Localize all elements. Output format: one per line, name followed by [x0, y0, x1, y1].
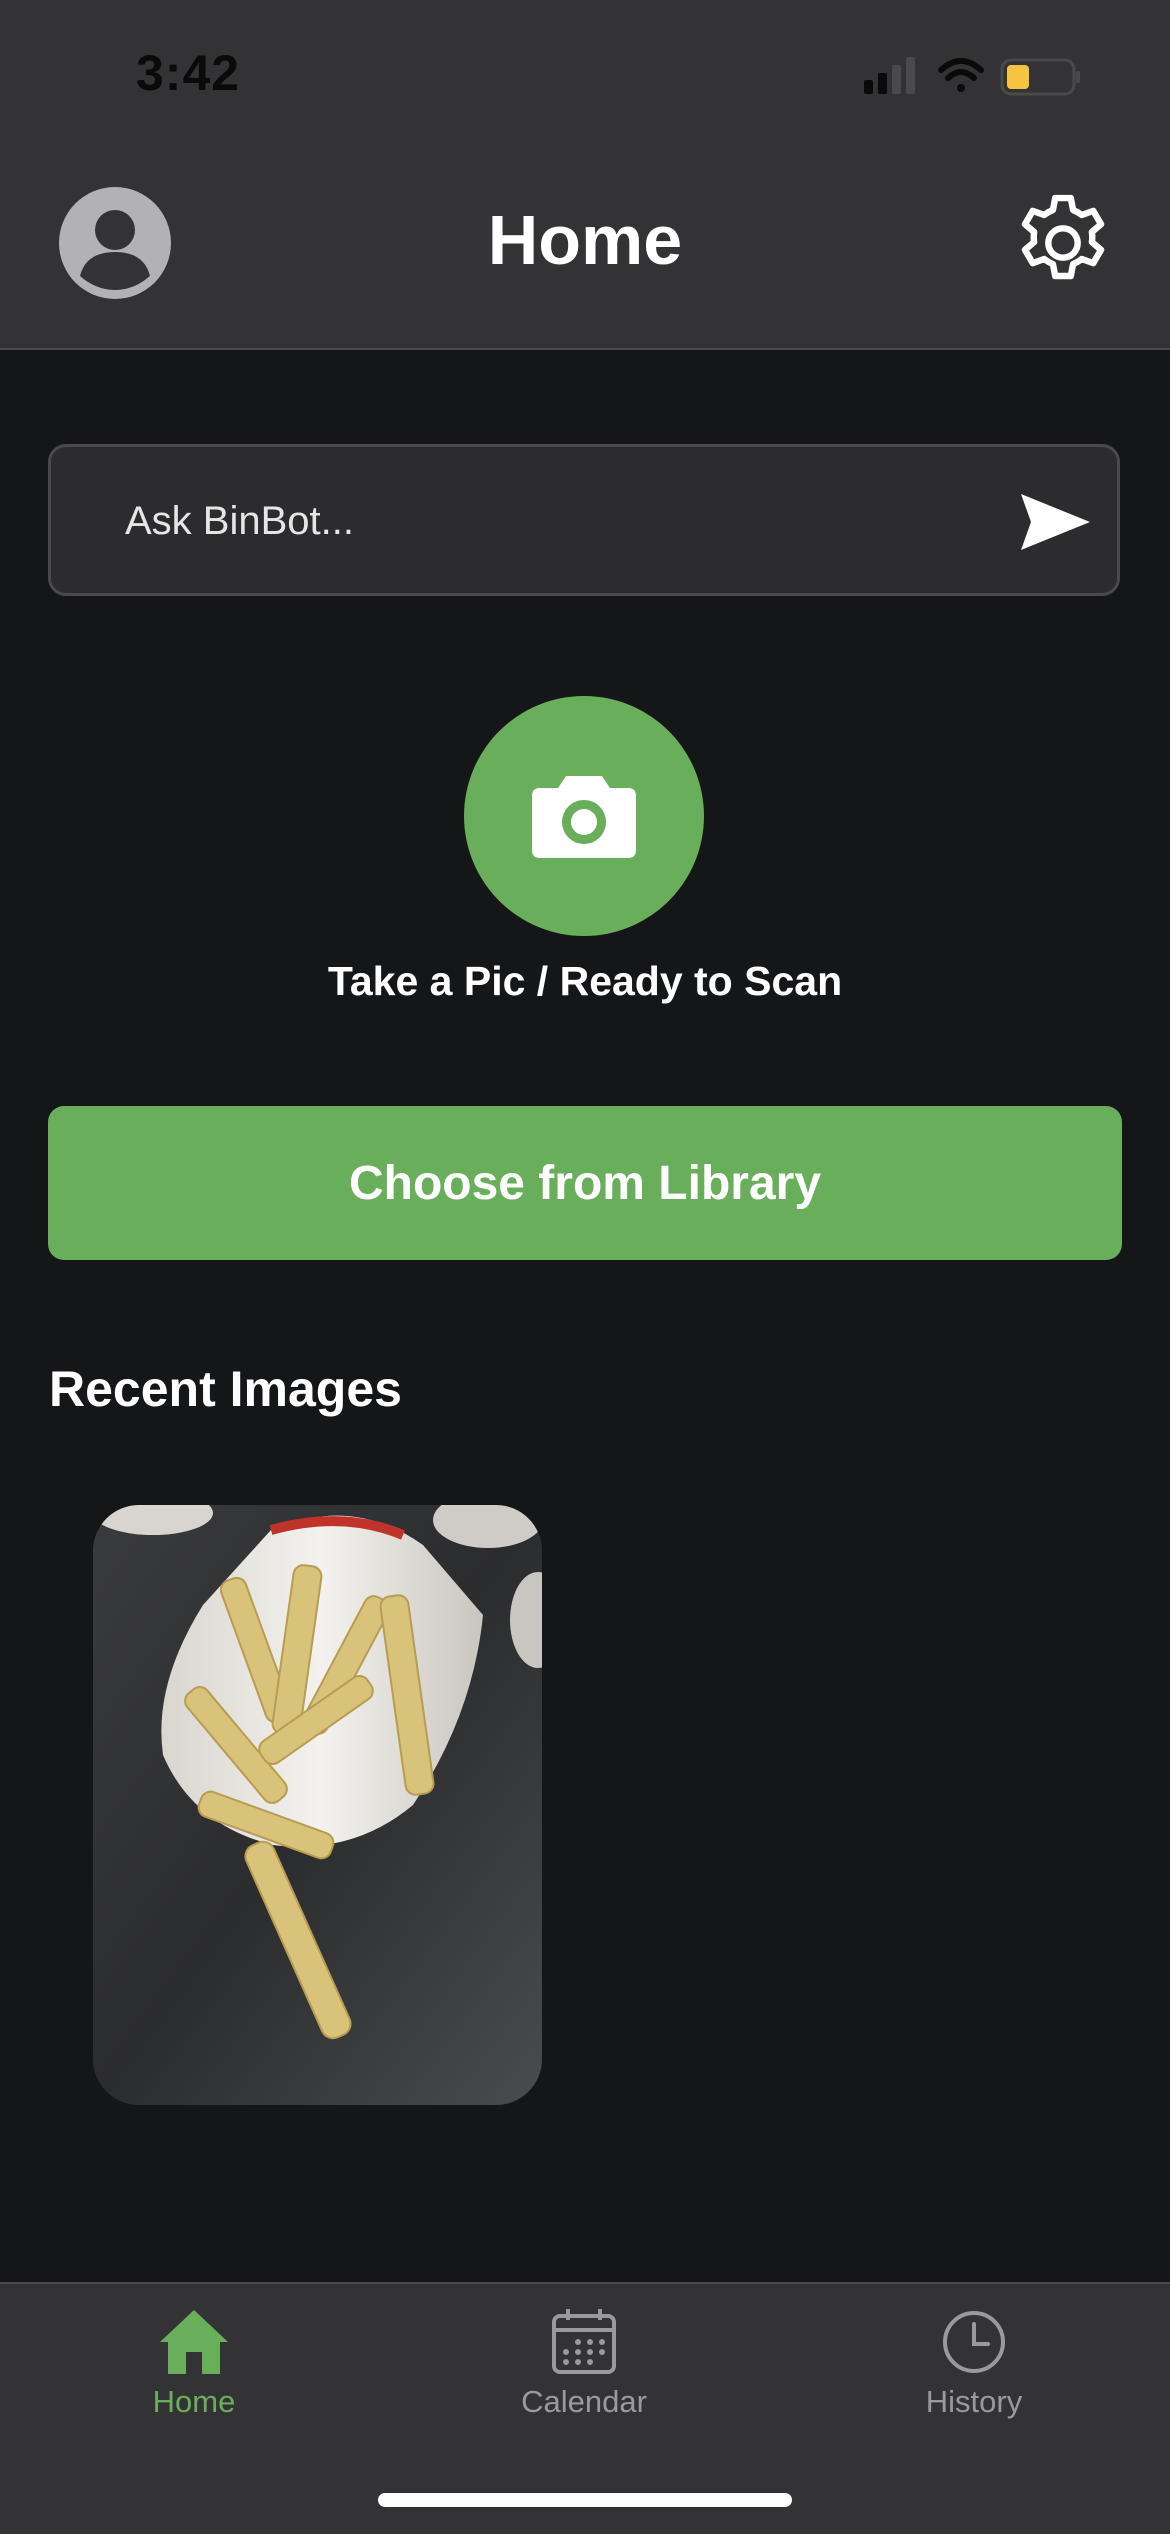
tab-calendar-label: Calendar [521, 2384, 647, 2419]
choose-from-library-button[interactable]: Choose from Library [48, 1106, 1122, 1260]
wifi-icon [938, 58, 984, 92]
calendar-icon [552, 2309, 616, 2374]
tab-home-label: Home [152, 2384, 236, 2419]
camera-icon [532, 776, 636, 858]
home-indicator [378, 2493, 792, 2507]
app-header: Home [0, 150, 1170, 350]
recent-images-heading: Recent Images [49, 1361, 402, 1417]
ask-binbot-input[interactable] [123, 447, 1007, 595]
fries-photo [93, 1505, 542, 2105]
tab-home[interactable]: Home [44, 2284, 344, 2454]
ask-binbot-field [48, 444, 1120, 596]
tab-history[interactable]: History [824, 2284, 1124, 2454]
camera-scan-button[interactable] [464, 696, 704, 936]
status-time: 3:42 [136, 45, 241, 101]
status-icons [850, 50, 1090, 106]
gear-icon [1021, 194, 1105, 280]
home-icon [160, 2310, 228, 2374]
scan-label: Take a Pic / Ready to Scan [327, 958, 843, 1004]
tab-calendar[interactable]: Calendar [434, 2284, 734, 2454]
page-title: Home [487, 201, 683, 279]
send-button[interactable] [1017, 491, 1093, 553]
signal-icon [864, 57, 915, 94]
tab-history-label: History [925, 2384, 1023, 2419]
recent-image-thumbnail[interactable] [93, 1505, 542, 2105]
settings-button[interactable] [1008, 188, 1118, 298]
status-indicators-icon [864, 57, 1080, 96]
clock-icon [943, 2311, 1005, 2373]
send-icon [1021, 494, 1090, 550]
battery-icon [1000, 58, 1080, 96]
status-bar: 3:42 [0, 0, 1170, 150]
